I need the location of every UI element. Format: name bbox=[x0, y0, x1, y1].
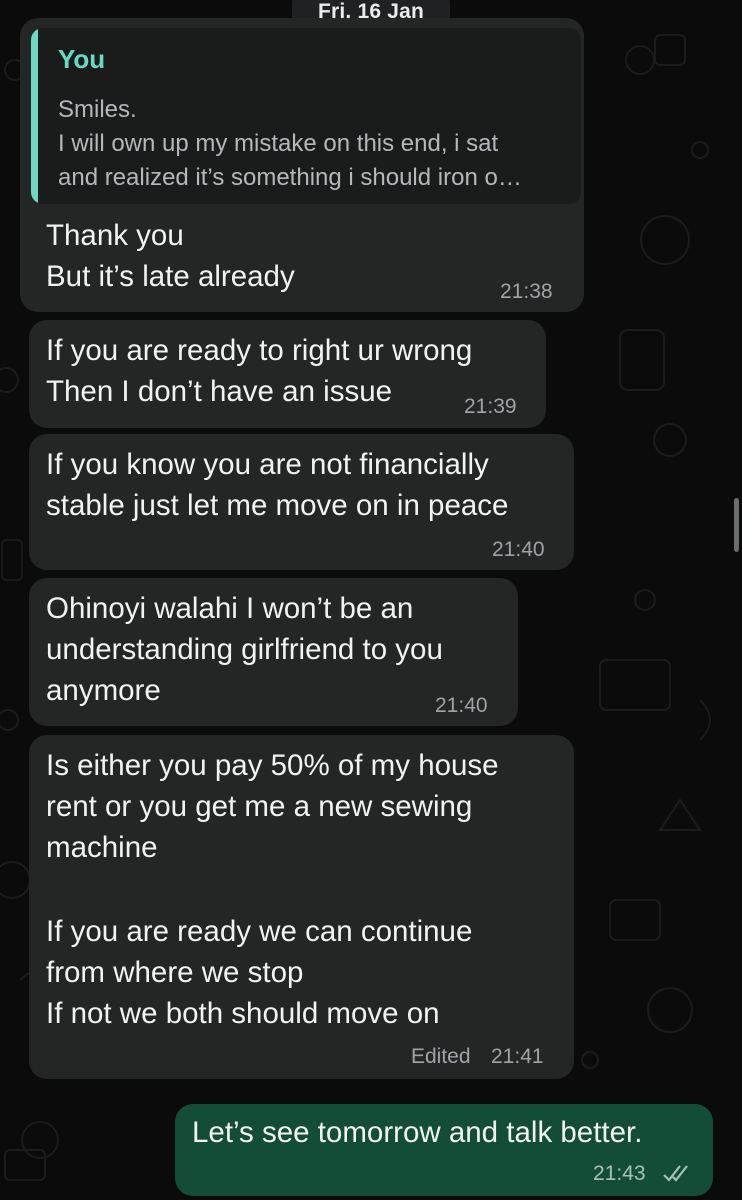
message-line: understanding girlfriend to you bbox=[46, 633, 443, 666]
message-bubble[interactable]: Ohinoyi walahi I won’t be an understandi… bbox=[29, 578, 518, 726]
message-bubble[interactable]: If you know you are not financially stab… bbox=[29, 434, 574, 570]
message-line: But it’s late already bbox=[46, 260, 295, 293]
message-time: 21:40 bbox=[435, 694, 488, 717]
message-line: Thank you bbox=[46, 219, 184, 252]
message-line: stable just let me move on in peace bbox=[46, 489, 509, 522]
scrollbar-thumb[interactable] bbox=[734, 498, 739, 552]
quote-author: You bbox=[58, 44, 106, 74]
message-time: 21:38 bbox=[500, 280, 553, 303]
quote-line: Smiles. bbox=[58, 96, 137, 123]
message-bubble[interactable]: Is either you pay 50% of my house rent o… bbox=[29, 735, 574, 1079]
message-bubble[interactable]: If you are ready to right ur wrong Then … bbox=[29, 320, 546, 428]
message-line: Let’s see tomorrow and talk better. bbox=[192, 1116, 643, 1149]
message-line: If you are ready we can continue bbox=[46, 915, 473, 948]
message-line: machine bbox=[46, 831, 158, 864]
message-line: Ohinoyi walahi I won’t be an bbox=[46, 592, 414, 625]
message-line: If you are ready to right ur wrong bbox=[46, 334, 473, 367]
message-line: Is either you pay 50% of my house bbox=[46, 749, 499, 782]
message-bubble[interactable]: You Smiles. I will own up my mistake on … bbox=[20, 18, 584, 312]
quote-line: I will own up my mistake on this end, i … bbox=[58, 130, 499, 157]
message-line: anymore bbox=[46, 674, 161, 707]
message-time: 21:41 bbox=[491, 1045, 544, 1068]
message-time: 21:43 bbox=[593, 1162, 646, 1185]
quote-accent-bar bbox=[31, 28, 38, 204]
message-line: rent or you get me a new sewing bbox=[46, 790, 473, 823]
double-check-icon bbox=[663, 1165, 688, 1182]
message-line: If you know you are not financially bbox=[46, 448, 489, 481]
message-line: from where we stop bbox=[46, 956, 304, 989]
reply-quote[interactable]: You Smiles. I will own up my mistake on … bbox=[31, 28, 581, 204]
message-time: 21:39 bbox=[464, 395, 517, 418]
message-line: Then I don’t have an issue bbox=[46, 375, 393, 408]
edited-label: Edited bbox=[411, 1045, 471, 1068]
message-bubble-outgoing[interactable]: Let’s see tomorrow and talk better. 21:4… bbox=[175, 1104, 713, 1196]
message-line: If not we both should move on bbox=[46, 997, 440, 1030]
quote-line: and realized it’s something i should iro… bbox=[58, 164, 522, 191]
message-time: 21:40 bbox=[492, 538, 545, 561]
